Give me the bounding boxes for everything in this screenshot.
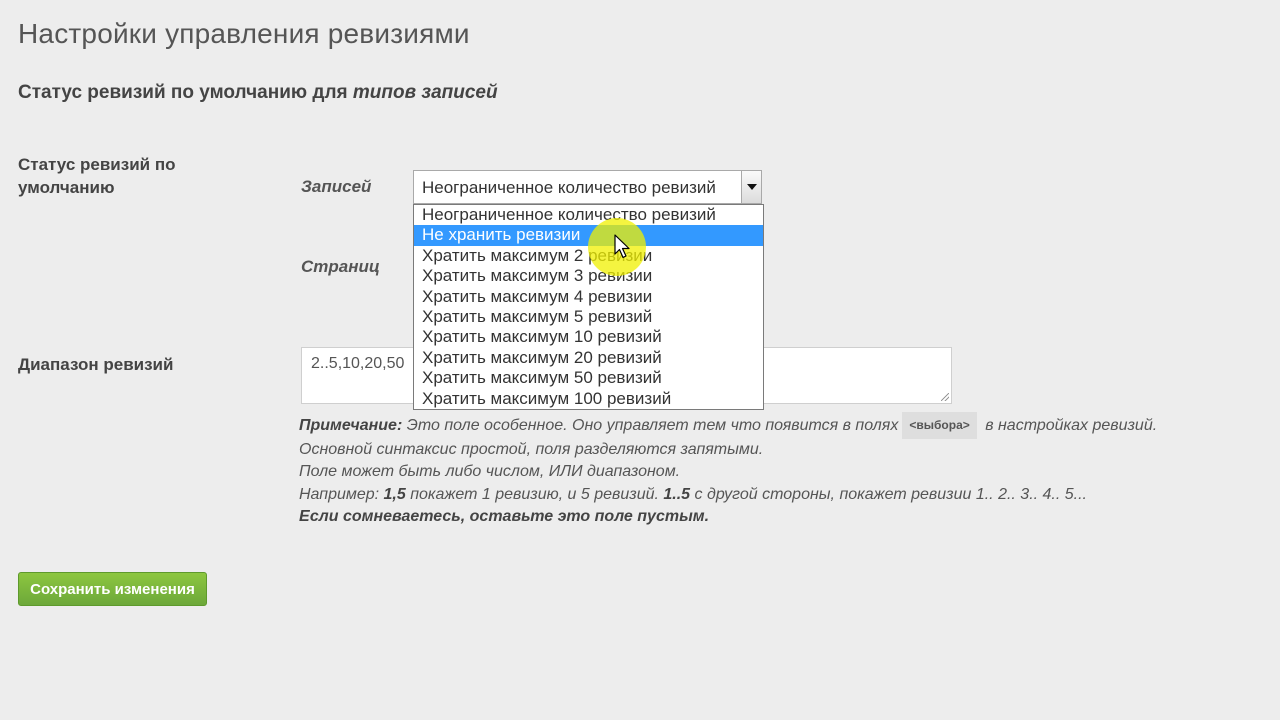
dropdown-option[interactable]: Хратить максимум 100 ревизий: [414, 389, 763, 409]
note-line-5: Если сомневаетесь, оставьте это поле пус…: [299, 506, 1157, 529]
revision-range-label: Диапазон ревизий: [18, 355, 174, 374]
note-line-4-part-2: покажет 1 ревизию, и 5 ревизий.: [405, 485, 664, 503]
page-title: Настройки управления ревизиями: [18, 18, 470, 49]
section-title: Статус ревизий по умолчанию для типов за…: [18, 82, 498, 104]
dropdown-option[interactable]: Хратить максимум 20 ревизий: [414, 348, 763, 368]
revision-range-value: 2..5,10,20,50: [311, 355, 405, 372]
section-title-emphasis: типов записей: [352, 82, 498, 103]
note-prefix: Примечание:: [299, 417, 403, 434]
dropdown-option[interactable]: Не хранить ревизии: [414, 225, 763, 246]
note-line-1-suffix: в настройках ревизий.: [980, 417, 1158, 434]
dropdown-option[interactable]: Хратить максимум 5 ревизий: [414, 307, 763, 327]
resize-grip-icon[interactable]: [941, 393, 949, 401]
note-line-4: Например: 1,5 покажет 1 ревизию, и 5 рев…: [299, 484, 1157, 507]
note-line-2: Основной синтаксис простой, поля разделя…: [299, 440, 764, 458]
note-line-4-part-1: Например:: [299, 485, 384, 503]
dropdown-option[interactable]: Хратить максимум 10 ревизий: [414, 327, 763, 347]
note-line-3: Поле может быть либо числом, ИЛИ диапазо…: [299, 463, 681, 480]
note-line-4-part-3: с другой стороны, покажет ревизии 1.. 2.…: [690, 485, 1087, 503]
dropdown-option[interactable]: Хратить максимум 3 ревизии: [414, 266, 763, 286]
note-line-4-bold-2: 1..5: [663, 485, 691, 503]
note-line-4-bold-1: 1,5: [383, 485, 406, 503]
posts-revision-select[interactable]: Неограниченное количество ревизий: [413, 170, 762, 204]
posts-select-dropdown[interactable]: Неограниченное количество ревизий Не хран…: [413, 204, 764, 410]
save-changes-button[interactable]: Сохранить изменения: [18, 572, 207, 606]
range-help-note: Примечание: Это поле особенное. Оно упра…: [299, 412, 1157, 529]
dropdown-option[interactable]: Хратить максимум 4 ревизии: [414, 287, 763, 307]
dropdown-option[interactable]: Хратить максимум 2 ревизии: [414, 246, 763, 266]
section-title-text: Статус ревизий по умолчанию для: [18, 82, 353, 103]
posts-select-value: Неограниченное количество ревизий: [422, 178, 716, 197]
pages-label: Страниц: [301, 257, 380, 276]
posts-label: Записей: [301, 177, 372, 196]
chevron-down-icon[interactable]: [741, 171, 761, 203]
code-tag: <выбора>: [902, 412, 977, 439]
default-status-label: Статус ревизий по умолчанию: [18, 155, 176, 197]
dropdown-option[interactable]: Неограниченное количество ревизий: [414, 205, 763, 225]
note-line-5-bold: Если сомневаетесь, оставьте это поле пус…: [299, 508, 710, 525]
revision-settings-page: Настройки управления ревизиями Статус ре…: [0, 0, 1280, 720]
note-line-1-text: Это поле особенное. Оно управляет тем чт…: [402, 417, 899, 434]
note-line-1: Примечание: Это поле особенное. Оно упра…: [299, 412, 1157, 439]
dropdown-option[interactable]: Хратить максимум 50 ревизий: [414, 368, 763, 388]
